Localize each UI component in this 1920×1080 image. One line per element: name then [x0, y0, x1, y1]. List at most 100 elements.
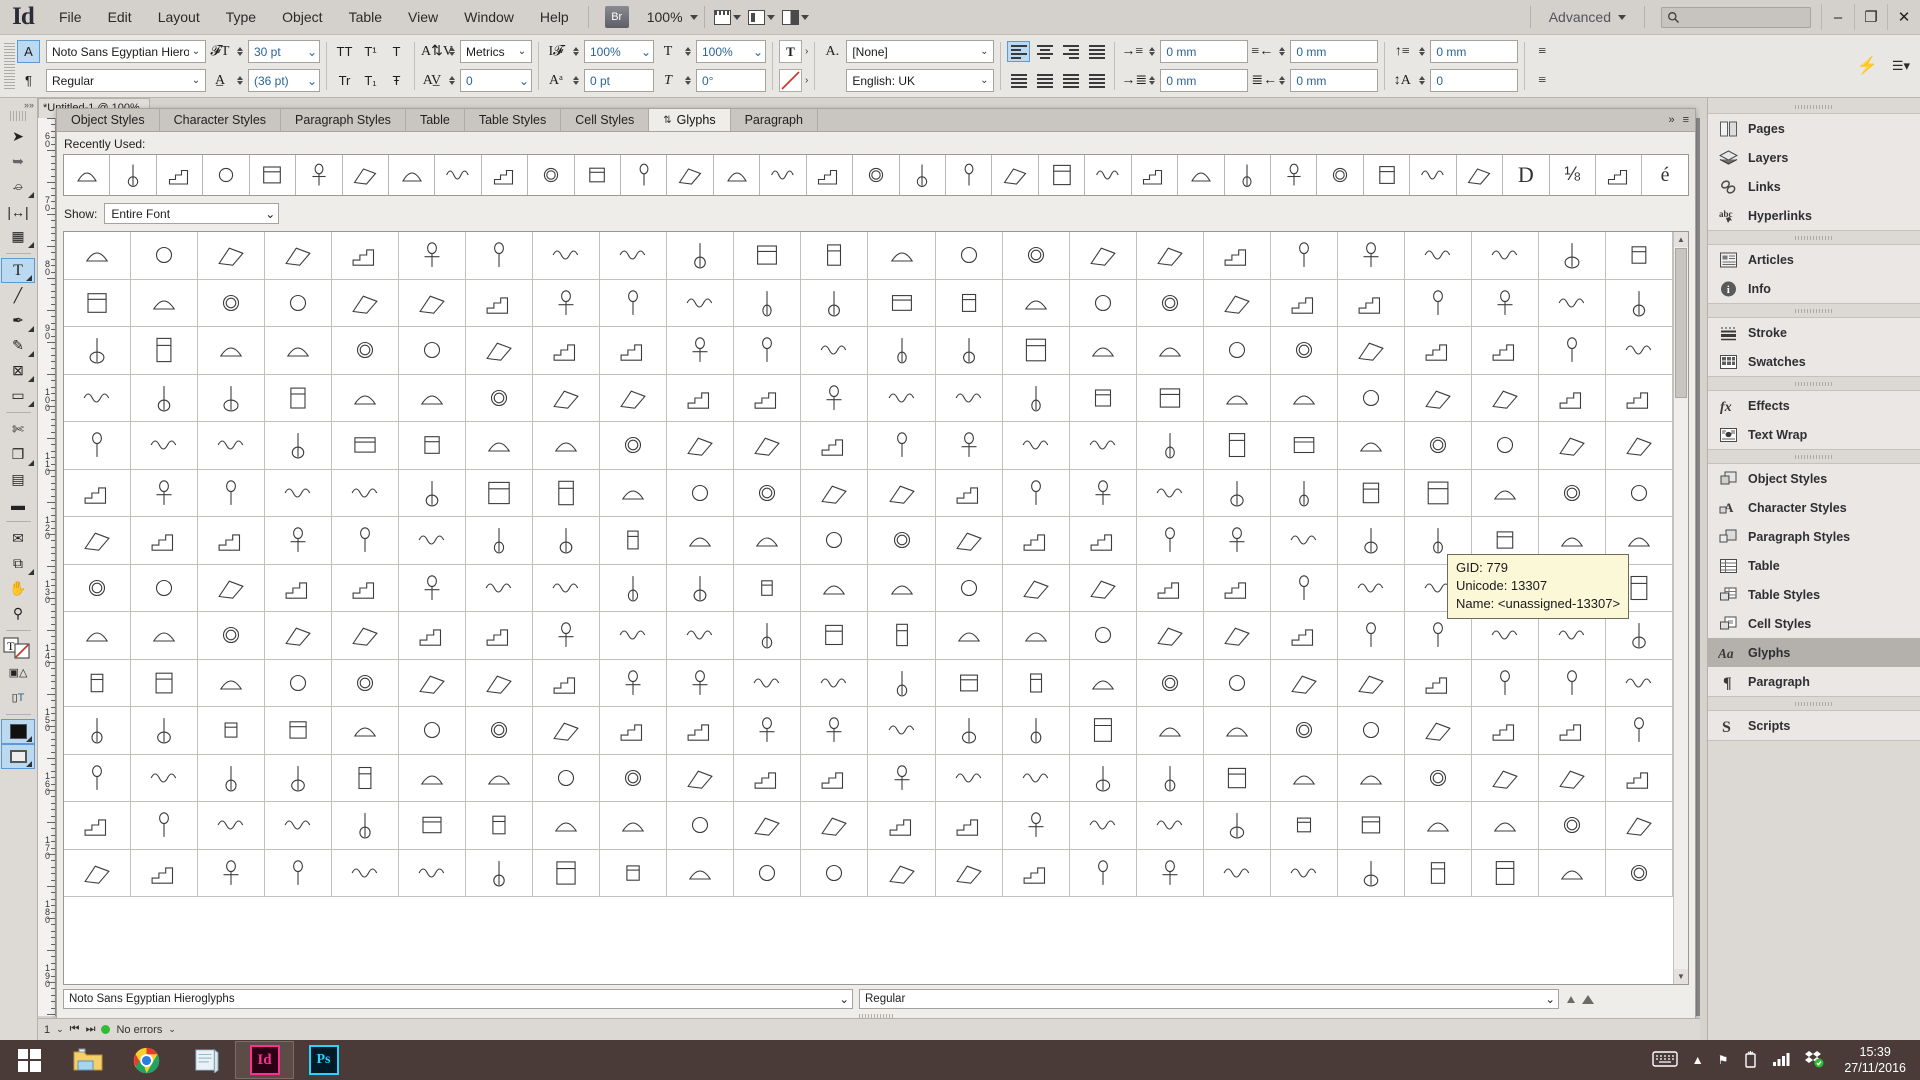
vertical-scale-stepper[interactable] [570, 40, 581, 63]
recent-glyph-cell[interactable] [807, 155, 854, 195]
glyph-cell[interactable] [332, 754, 400, 802]
panel-menu-icon[interactable]: ≡ [1683, 114, 1689, 126]
glyph-cell[interactable] [1605, 612, 1673, 660]
dock-item-text-wrap[interactable]: Text Wrap [1708, 420, 1920, 449]
free-transform-tool[interactable]: ❒ [0, 442, 36, 467]
glyph-cell[interactable] [801, 422, 869, 470]
glyph-cell[interactable] [1270, 802, 1338, 850]
glyph-cell[interactable] [1002, 564, 1070, 612]
glyph-cell[interactable] [1538, 707, 1606, 755]
screen-mode-button[interactable] [711, 5, 745, 29]
glyph-cell[interactable] [533, 612, 601, 660]
glyph-cell[interactable] [935, 754, 1003, 802]
minimize-button[interactable]: – [1821, 4, 1854, 30]
glyph-cell[interactable] [1471, 612, 1539, 660]
glyph-cell[interactable] [1203, 422, 1271, 470]
taskbar-photoshop[interactable]: Ps [294, 1041, 353, 1079]
glyph-cell[interactable] [1069, 849, 1137, 897]
bridge-button[interactable]: Br [604, 6, 629, 28]
glyph-cell[interactable] [1002, 232, 1070, 280]
glyph-cell[interactable] [667, 754, 735, 802]
glyph-cell[interactable] [64, 374, 132, 422]
panel-tab-cell-styles[interactable]: Cell Styles [561, 109, 650, 131]
glyph-cell[interactable] [64, 659, 132, 707]
language-select[interactable]: English: UK ⌄ [846, 69, 995, 92]
menu-view[interactable]: View [395, 0, 451, 34]
glyph-cell[interactable] [935, 422, 1003, 470]
panel-tab-glyphs[interactable]: ⇅ Glyphs [649, 109, 731, 131]
view-options-button[interactable] [745, 5, 779, 29]
font-family-select[interactable]: Noto Sans Egyptian Hieroglyp ⌄ [46, 40, 206, 63]
glyph-cell[interactable] [1136, 707, 1204, 755]
dock-item-paragraph-styles[interactable]: Paragraph Styles [1708, 522, 1920, 551]
glyph-cell[interactable] [1069, 564, 1137, 612]
glyph-cell[interactable] [64, 232, 132, 280]
glyph-cell[interactable] [466, 422, 534, 470]
glyph-cell[interactable] [935, 232, 1003, 280]
dock-item-table[interactable]: Table [1708, 551, 1920, 580]
glyph-cell[interactable] [801, 327, 869, 375]
recent-glyph-cell[interactable] [482, 155, 529, 195]
glyph-cell[interactable] [1337, 469, 1405, 517]
glyph-cell[interactable] [667, 564, 735, 612]
glyph-cell[interactable] [198, 612, 266, 660]
glyph-cell[interactable] [332, 659, 400, 707]
dock-group-grip[interactable] [1708, 304, 1920, 317]
apply-color-button[interactable] [1, 719, 35, 744]
glyph-cell[interactable] [868, 707, 936, 755]
glyph-cell[interactable] [1404, 659, 1472, 707]
glyph-cell[interactable] [466, 754, 534, 802]
menu-layout[interactable]: Layout [145, 0, 213, 34]
space-before-field[interactable]: 0 mm [1430, 40, 1519, 63]
glyph-cell[interactable] [1471, 279, 1539, 327]
hand-tool[interactable]: ✋ [0, 576, 36, 601]
glyph-cell[interactable] [935, 517, 1003, 565]
glyph-cell[interactable] [600, 517, 668, 565]
all-caps-button[interactable]: TT [333, 40, 356, 63]
dock-item-character-styles[interactable]: A Character Styles [1708, 493, 1920, 522]
glyph-cell[interactable] [533, 327, 601, 375]
glyph-cell[interactable] [868, 564, 936, 612]
glyph-cell[interactable] [131, 517, 199, 565]
glyph-cell[interactable] [600, 469, 668, 517]
glyph-cell[interactable] [868, 802, 936, 850]
glyph-cell[interactable] [1002, 422, 1070, 470]
glyph-cell[interactable] [399, 279, 467, 327]
recent-glyph-cell[interactable] [1132, 155, 1179, 195]
glyph-cell[interactable] [868, 279, 936, 327]
glyph-cell[interactable] [667, 707, 735, 755]
glyph-cell[interactable] [1203, 802, 1271, 850]
touch-keyboard-icon[interactable] [1652, 1050, 1678, 1071]
taskbar-clock[interactable]: 15:39 27/11/2016 [1838, 1044, 1906, 1076]
glyph-cell[interactable] [600, 564, 668, 612]
glyph-cell[interactable] [332, 707, 400, 755]
scroll-down-icon[interactable]: ▼ [1674, 969, 1688, 984]
glyph-cell[interactable] [1605, 279, 1673, 327]
glyph-cell[interactable] [801, 517, 869, 565]
glyph-cell[interactable] [1337, 707, 1405, 755]
glyph-cell[interactable] [1538, 659, 1606, 707]
zoom-tool[interactable]: ⚲ [0, 601, 36, 626]
menu-help[interactable]: Help [527, 0, 582, 34]
left-indent-stepper[interactable] [1146, 40, 1157, 63]
dock-item-articles[interactable]: Articles [1708, 245, 1920, 274]
glyph-cell[interactable] [64, 517, 132, 565]
glyph-cell[interactable] [1270, 707, 1338, 755]
glyph-cell[interactable] [600, 327, 668, 375]
glyph-cell[interactable] [64, 754, 132, 802]
glyph-cell[interactable] [1538, 802, 1606, 850]
scrollbar-thumb[interactable] [1675, 248, 1687, 398]
first-line-indent-stepper[interactable] [1146, 69, 1157, 92]
recent-glyph-cell[interactable] [575, 155, 622, 195]
glyph-cell[interactable] [801, 469, 869, 517]
dock-group-grip[interactable] [1708, 377, 1920, 390]
page-number[interactable]: 1 [44, 1024, 50, 1036]
dock-grip[interactable] [1708, 100, 1920, 113]
glyph-cell[interactable] [198, 469, 266, 517]
dock-item-effects[interactable]: fx Effects [1708, 391, 1920, 420]
recent-glyph-cell[interactable] [1410, 155, 1457, 195]
glyph-cell[interactable] [1538, 849, 1606, 897]
glyph-cell[interactable] [667, 612, 735, 660]
glyph-cell[interactable] [1605, 469, 1673, 517]
recent-glyph-cell[interactable] [1085, 155, 1132, 195]
